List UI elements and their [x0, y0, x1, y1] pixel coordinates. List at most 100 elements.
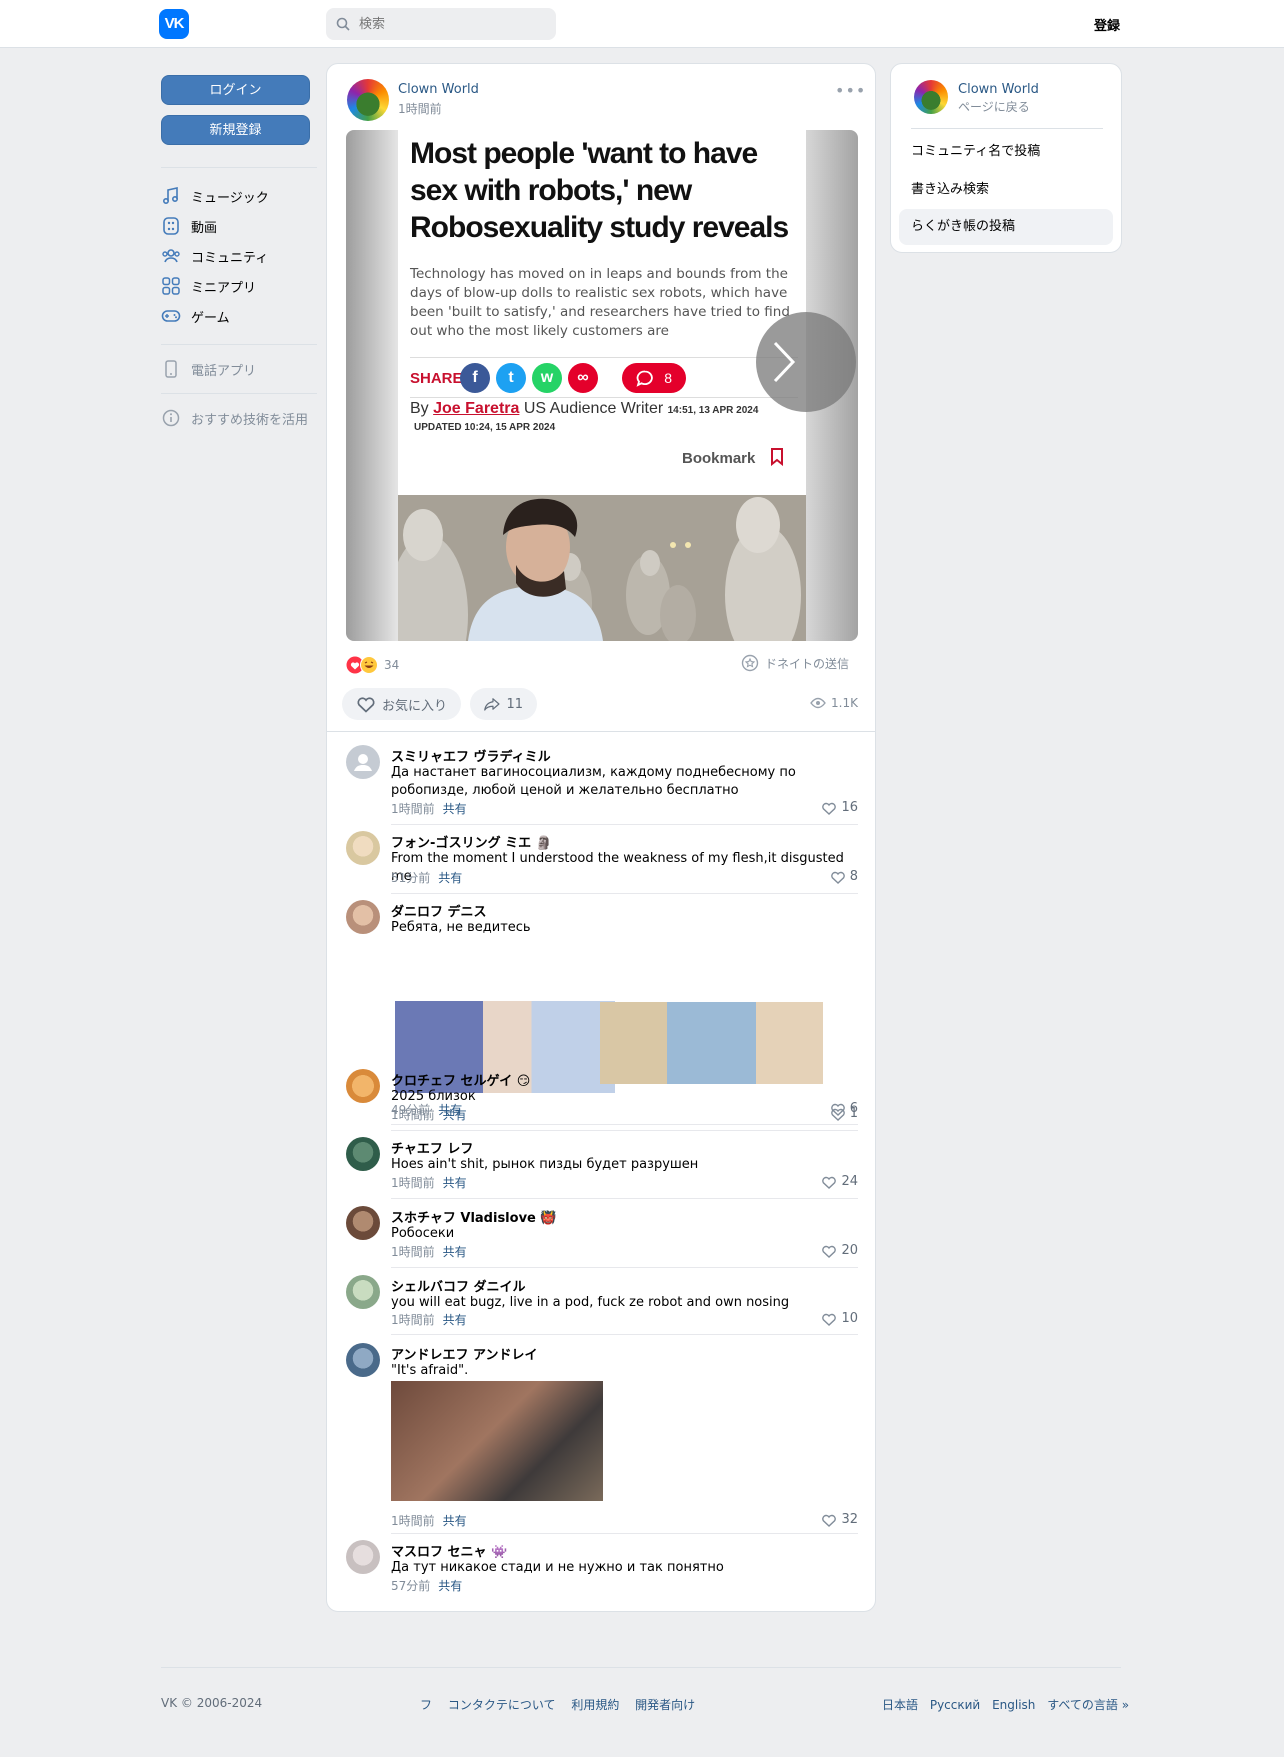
user-avatar[interactable] [346, 900, 380, 934]
register-link[interactable]: 登録 [1080, 15, 1120, 34]
next-slide-button[interactable] [756, 312, 856, 412]
nav-item-video[interactable]: 動画 [161, 214, 217, 238]
comment-author[interactable]: スミリャエフ ヴラディミル [391, 746, 551, 765]
footer-link[interactable]: フ [420, 1698, 432, 1712]
comment-time[interactable]: 1時間前 [391, 1245, 435, 1259]
language-link[interactable]: English [992, 1698, 1035, 1712]
user-avatar[interactable] [346, 1540, 380, 1574]
music-icon [162, 187, 179, 205]
comment-time[interactable]: 1時間前 [391, 1176, 435, 1190]
comment-author[interactable]: マスロフ セニャ 👾 [391, 1541, 507, 1560]
twitter-icon: t [496, 363, 526, 393]
comment-author[interactable]: チャエフ レフ [391, 1138, 473, 1157]
comment-author[interactable]: ダニロフ デニス [391, 901, 487, 920]
user-avatar[interactable] [346, 1206, 380, 1240]
footer-link[interactable]: コンタクテについて [448, 1698, 556, 1712]
nav-item-mini-apps[interactable]: ミニアプリ [161, 274, 256, 298]
comment-time[interactable]: 1時間前 [391, 1108, 435, 1122]
like-label: お気に入り [382, 698, 448, 714]
language-link[interactable]: Русский [930, 1698, 980, 1712]
comment-image[interactable] [391, 1381, 603, 1501]
comment-author[interactable]: スホチャフ Vladislove 👹 [391, 1207, 557, 1226]
nav-item-music[interactable]: ミュージック [161, 184, 269, 208]
comment-like-button[interactable]: 8 [830, 869, 858, 884]
comment-like-button[interactable]: 32 [821, 1512, 858, 1527]
language-link[interactable]: すべての言語 » [1047, 1698, 1129, 1712]
group-avatar[interactable] [914, 80, 948, 114]
post-time[interactable]: 1時間前 [398, 100, 442, 117]
group-avatar[interactable] [347, 79, 389, 121]
comment-time[interactable]: 1時間前 [391, 802, 435, 816]
search-box[interactable] [326, 8, 556, 40]
comment-time[interactable]: 1時間前 [391, 1514, 435, 1528]
user-avatar[interactable] [346, 1275, 380, 1309]
comment-divider [391, 1198, 858, 1199]
comment-share-link[interactable]: 共有 [438, 871, 462, 885]
comment-author[interactable]: アンドレエフ アンドレイ [391, 1344, 538, 1363]
user-avatar[interactable] [346, 1069, 380, 1103]
share-arrow-icon [484, 698, 500, 711]
panel-item-community-posts[interactable]: コミュニティ名で投稿 [899, 134, 1113, 170]
comment-author[interactable]: シェルバコフ ダニイル [391, 1276, 526, 1295]
comment-share-link[interactable]: 共有 [443, 1514, 467, 1528]
language-link[interactable]: 日本語 [882, 1698, 918, 1712]
comment: マスロフ セニャ 👾 Да тут никакое стади и не нуж… [346, 1540, 858, 1600]
more-options-icon[interactable]: ••• [835, 83, 865, 99]
comment-share-link[interactable]: 共有 [443, 1245, 467, 1259]
comment-like-button[interactable]: 1 [830, 1106, 858, 1121]
top-bar: VK 登録 [0, 0, 1284, 48]
comment-like-button[interactable]: 24 [821, 1174, 858, 1189]
comment-meta: 1時間前 共有 [391, 800, 467, 817]
signup-button[interactable]: 新規登録 [161, 115, 310, 145]
comment-like-button[interactable]: 16 [821, 800, 858, 815]
comment-share-link[interactable]: 共有 [438, 1579, 462, 1593]
comment-like-button[interactable]: 10 [821, 1311, 858, 1326]
chevron-right-icon [773, 341, 796, 383]
nav-item-games[interactable]: ゲーム [161, 304, 230, 328]
nav-item-phone-app[interactable]: 電話アプリ [161, 357, 256, 381]
comment-time[interactable]: 57分前 [391, 1579, 430, 1593]
comment: スミリャエフ ヴラディミル Да настанет вагиносоциализ… [346, 745, 858, 825]
link-icon: ∞ [568, 363, 598, 393]
byline-date: 14:51, 13 APR 2024 [667, 405, 759, 416]
comment-share-link[interactable]: 共有 [443, 1313, 467, 1327]
comment-time[interactable]: 1時間前 [391, 1313, 435, 1327]
footer-link[interactable]: 利用規約 [571, 1698, 619, 1712]
comment-text: Да настанет вагиносоциализм, каждому под… [391, 765, 796, 798]
vk-logo[interactable]: VK [159, 9, 189, 39]
reactions-summary[interactable]: 34 [346, 656, 399, 674]
back-to-page-link[interactable]: ページに戻る [958, 98, 1030, 115]
comment-share-link[interactable]: 共有 [443, 1176, 467, 1190]
laughing-emoji-icon [360, 656, 378, 674]
donate-button[interactable]: ドネイトの送信 [741, 654, 849, 672]
nav-item-recommend[interactable]: おすすめ技術を活用 [161, 406, 308, 430]
comment: シェルバコフ ダニイル you will eat bugz, live in a… [346, 1275, 858, 1335]
phone-icon [165, 360, 177, 378]
comment-share-link[interactable]: 共有 [443, 1108, 467, 1122]
comment-author[interactable]: クロチェフ セルゲイ 😏 [391, 1070, 530, 1089]
comment-share-link[interactable]: 共有 [443, 802, 467, 816]
post-image[interactable]: Most people 'want to have sex with robot… [346, 130, 858, 641]
user-avatar[interactable] [346, 1137, 380, 1171]
search-input[interactable] [359, 8, 549, 40]
comment-likes: 10 [841, 1311, 858, 1326]
comment-meta: 1時間前 共有 [391, 1243, 467, 1260]
login-button[interactable]: ログイン [161, 75, 310, 105]
comment-time[interactable]: 51分前 [391, 871, 430, 885]
comment-like-button[interactable]: 20 [821, 1243, 858, 1258]
article-comments-badge: 8 [622, 363, 686, 393]
user-avatar[interactable] [346, 1343, 380, 1377]
panel-item-wall-posts[interactable]: らくがき帳の投稿 [899, 209, 1113, 245]
comment-author[interactable]: フォン-ゴスリング ミエ 🗿 [391, 832, 552, 851]
footer-link[interactable]: 開発者向け [635, 1698, 695, 1712]
comment-text: 2025 близок [391, 1089, 476, 1104]
user-avatar[interactable] [346, 745, 380, 779]
post-author[interactable]: Clown World [398, 82, 479, 97]
like-button[interactable]: お気に入り [342, 688, 461, 720]
article-photo [388, 495, 806, 641]
user-avatar[interactable] [346, 831, 380, 865]
panel-group-name[interactable]: Clown World [958, 82, 1039, 97]
nav-item-community[interactable]: コミュニティ [161, 244, 268, 268]
share-button[interactable]: 11 [470, 688, 537, 720]
panel-item-search-posts[interactable]: 書き込み検索 [899, 172, 1113, 208]
